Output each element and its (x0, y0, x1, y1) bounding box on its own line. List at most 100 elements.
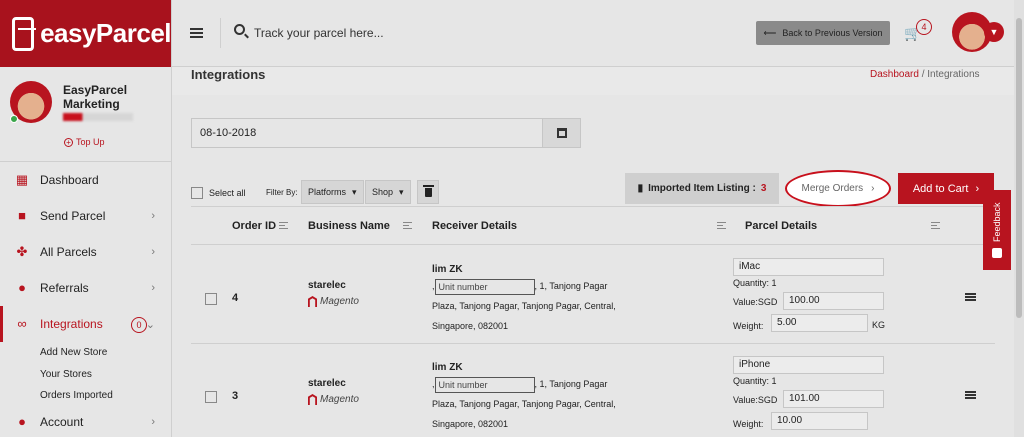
scrollbar[interactable] (1014, 0, 1024, 437)
sidebar-item-label: All Parcels (40, 245, 97, 259)
platforms-dropdown[interactable]: Platforms ▾ (301, 180, 364, 204)
sidebar-item-integrations[interactable]: ∞ Integrations 0 ⌄ (0, 306, 171, 342)
weight-label: Weight: (733, 321, 764, 331)
truck-icon: ■ (18, 208, 26, 223)
weight-input[interactable]: 10.00 (771, 412, 868, 430)
receiver-name: lim ZK (432, 264, 463, 275)
cart-count-badge: 4 (916, 19, 932, 35)
sidebar-item-send-parcel[interactable]: ■ Send Parcel › (0, 198, 171, 234)
receiver-address: , Unit number, 1, Tanjong Pagar Plaza, Ta… (432, 374, 632, 434)
table-row: 4 starelec Magento lim ZK , Unit number, … (191, 246, 995, 344)
magento-logo: Magento (308, 296, 359, 307)
chevron-right-icon: › (871, 183, 875, 194)
chevron-right-icon: › (151, 282, 155, 294)
table-toolbar: Select all Filter By: Platforms ▾ Shop ▾… (191, 170, 995, 207)
sort-icon[interactable] (403, 222, 412, 229)
sidebar-item-label: Send Parcel (40, 209, 106, 223)
business-name: starelec (308, 280, 346, 291)
credit-balance-bar (63, 113, 133, 121)
subnav-orders-imported[interactable]: Orders Imported (0, 385, 171, 407)
subnav-your-stores[interactable]: Your Stores (0, 364, 171, 386)
row-menu-icon[interactable] (965, 293, 976, 301)
profile-panel: EasyParcel Marketing + Top Up (0, 67, 171, 162)
value-input[interactable]: 101.00 (783, 390, 884, 408)
breadcrumb-current: Integrations (927, 69, 980, 80)
divider (220, 18, 221, 48)
hamburger-menu-icon[interactable] (190, 28, 203, 38)
sort-icon[interactable] (931, 222, 940, 229)
caret-down-icon: ▾ (352, 186, 357, 197)
date-filter[interactable]: 08-10-2018 (191, 118, 581, 148)
subnav-add-new-store[interactable]: Add New Store (0, 342, 171, 364)
chevron-right-icon: › (151, 415, 155, 428)
main-content: Integrations Dashboard / Integrations 08… (172, 67, 1014, 437)
value-label: Value:SGD (733, 297, 778, 307)
feedback-tab[interactable]: Feedback (983, 190, 1011, 270)
address-line-2: Plaza, Tanjong Pagar, Tanjong Pagar, Cen… (432, 301, 616, 311)
chevron-right-icon: › (975, 182, 980, 195)
quantity-label: Quantity: 1 (733, 278, 777, 288)
imported-item-listing-button[interactable]: ▮ Imported Item Listing : 3 (625, 173, 779, 204)
sort-icon[interactable] (279, 222, 288, 229)
sidebar: easyParcel EasyParcel Marketing + Top Up… (0, 0, 172, 437)
breadcrumb-separator: / (921, 69, 925, 80)
date-input[interactable]: 08-10-2018 (192, 127, 542, 139)
sidebar-nav: ▦ Dashboard ■ Send Parcel › ✤ All Parcel… (0, 162, 171, 437)
brand-logo[interactable]: easyParcel (0, 0, 171, 67)
row-menu-icon[interactable] (965, 391, 976, 399)
table-row: 3 starelec Magento lim ZK , Unit number, … (191, 344, 995, 437)
sidebar-item-label: Integrations (40, 317, 103, 331)
list-icon: ▮ (637, 183, 644, 194)
orders-table: Order ID Business Name Receiver Details … (191, 206, 995, 437)
delete-button[interactable] (417, 180, 439, 204)
unit-number-input[interactable]: Unit number (434, 376, 535, 393)
breadcrumb-dashboard[interactable]: Dashboard (870, 69, 919, 80)
quantity-label: Quantity: 1 (733, 376, 777, 386)
header-order-id[interactable]: Order ID (232, 220, 276, 232)
weight-input[interactable]: 5.00 (771, 314, 868, 332)
chevron-right-icon: › (151, 246, 155, 258)
top-up-link[interactable]: + Top Up (64, 137, 105, 147)
calendar-icon (556, 128, 567, 138)
select-all[interactable]: Select all (191, 187, 246, 199)
online-status-icon (10, 115, 18, 123)
header-parcel-details[interactable]: Parcel Details (745, 220, 817, 232)
weight-label: Weight: (733, 419, 764, 429)
sidebar-item-all-parcels[interactable]: ✤ All Parcels › (0, 234, 171, 270)
address-line-1: , 1, Tanjong Pagar (534, 379, 608, 389)
add-to-cart-button[interactable]: Add to Cart › (898, 173, 994, 204)
feedback-icon (992, 247, 1002, 258)
trash-icon (422, 184, 434, 197)
arrow-left-icon: ⟵ (763, 27, 777, 38)
receiver-address: , Unit number, 1, Tanjong Pagar Plaza, Ta… (432, 276, 632, 336)
row-checkbox[interactable] (205, 391, 217, 403)
sidebar-item-referrals[interactable]: ● Referrals › (0, 270, 171, 306)
select-all-checkbox[interactable] (191, 187, 203, 199)
header-business-name[interactable]: Business Name (308, 220, 390, 232)
value-input[interactable]: 100.00 (783, 292, 884, 310)
item-name-input[interactable]: iMac (733, 258, 884, 276)
header-receiver-details[interactable]: Receiver Details (432, 220, 517, 232)
item-name-input[interactable]: iPhone (733, 356, 884, 374)
merge-orders-button[interactable]: Merge Orders › (785, 170, 891, 207)
chevron-right-icon: › (151, 210, 155, 222)
sidebar-item-dashboard[interactable]: ▦ Dashboard (0, 162, 171, 198)
address-line-1: , 1, Tanjong Pagar (534, 281, 608, 291)
row-checkbox[interactable] (205, 293, 217, 305)
chevron-down-icon[interactable]: ▼ (984, 22, 1004, 42)
users-icon: ● (18, 280, 26, 295)
search-icon[interactable] (234, 24, 245, 35)
track-parcel-input[interactable]: Track your parcel here... (254, 26, 384, 40)
calendar-button[interactable] (542, 119, 580, 147)
sidebar-item-account[interactable]: ● Account › (0, 407, 171, 437)
back-to-previous-version-button[interactable]: ⟵ Back to Previous Version (756, 21, 890, 45)
magento-logo: Magento (308, 394, 359, 405)
address-line-3: Singapore, 082001 (432, 321, 509, 331)
sort-icon[interactable] (717, 222, 726, 229)
unit-number-input[interactable]: Unit number (434, 278, 535, 295)
table-header: Order ID Business Name Receiver Details … (191, 207, 995, 245)
business-name: starelec (308, 378, 346, 389)
dashboard-icon: ▦ (15, 172, 29, 187)
scrollbar-thumb[interactable] (1016, 18, 1022, 318)
shop-dropdown[interactable]: Shop ▾ (365, 180, 411, 204)
